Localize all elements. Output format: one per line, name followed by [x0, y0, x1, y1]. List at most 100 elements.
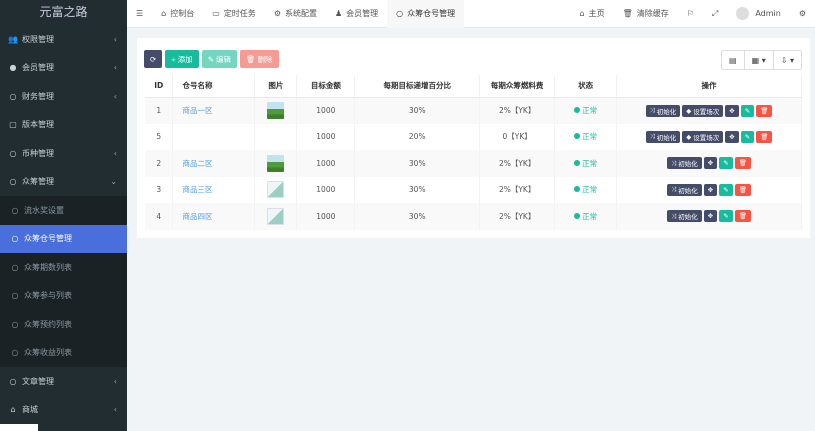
edit-row-button[interactable]: ✎ — [740, 130, 755, 143]
submenu-item[interactable]: ○ 众筹收益列表 — [0, 339, 127, 368]
delete-row-button[interactable]: 🗑 — [756, 130, 773, 143]
column-header[interactable]: 状态 — [554, 75, 618, 98]
move-icon: ✥ — [707, 212, 714, 221]
nav-tab[interactable]: ⚙ 系统配置 — [265, 0, 326, 28]
delete-row-button[interactable]: 🗑 — [734, 210, 751, 223]
column-header[interactable]: 每期目标递增百分比 — [354, 75, 481, 98]
home-icon: ⌂ — [579, 9, 585, 18]
pencil-icon: ✎ — [207, 54, 214, 64]
drag-button[interactable]: ✥ — [703, 183, 718, 196]
submenu-item[interactable]: ○ 众筹参与列表 — [0, 282, 127, 311]
status-badge: 正常 — [554, 150, 618, 177]
sidebar-item[interactable]: ▢ 版本管理 — [0, 111, 127, 140]
submenu-item[interactable]: ○ 众筹预约列表 — [0, 310, 127, 339]
warehouse-name-link[interactable]: 商品一区 — [172, 97, 256, 124]
sidebar-item[interactable]: ○ 财务管理 ‹ — [0, 82, 127, 111]
shuffle-icon: ⤨ — [649, 132, 655, 141]
warehouse-name-link[interactable]: 商品三区 — [172, 176, 256, 203]
status-dot-icon — [574, 107, 581, 113]
refresh-icon: ⟳ — [150, 54, 157, 64]
clear-cache-button[interactable]: 🗑 清除缓存 — [614, 0, 678, 28]
refresh-button[interactable]: ⟳ — [144, 50, 163, 68]
move-icon: ✥ — [707, 159, 714, 168]
drag-button[interactable]: ✥ — [703, 157, 718, 170]
columns-dropdown[interactable]: ▦ ▾ — [743, 51, 773, 69]
circle-icon: ○ — [9, 376, 17, 386]
drag-button[interactable]: ✥ — [703, 210, 718, 223]
edit-row-button[interactable]: ✎ — [740, 104, 755, 117]
nav-tab[interactable]: ⌂ 控制台 — [152, 0, 203, 28]
column-header[interactable]: 目标金额 — [296, 75, 356, 98]
delete-row-button[interactable]: 🗑 — [734, 157, 751, 170]
chevron-icon: ‹ — [113, 34, 117, 44]
init-button[interactable]: ⤨ 初始化 — [645, 130, 681, 143]
sidebar-item[interactable]: 👥 权限管理 ‹ — [0, 25, 127, 54]
status-badge: 正常 — [554, 176, 618, 203]
drag-button[interactable]: ✥ — [725, 104, 739, 117]
language-button[interactable]: ⚐ — [678, 0, 703, 28]
toggle-view-button[interactable]: ▤ — [722, 51, 744, 69]
circle-icon: ○ — [11, 234, 19, 244]
nav-tab[interactable]: ▭ 定时任务 — [203, 0, 265, 28]
thumbnail-image[interactable] — [267, 181, 285, 199]
warehouse-name-link[interactable]: 商品四区 — [172, 203, 256, 230]
thumbnail-image[interactable] — [267, 207, 285, 225]
plus-icon: + — [171, 54, 176, 64]
thumbnail-image[interactable] — [267, 154, 285, 172]
column-header[interactable]: 仓号名称 — [172, 75, 256, 98]
edit-row-button[interactable]: ✎ — [719, 183, 733, 196]
thumbnail-image[interactable] — [267, 102, 285, 119]
init-button[interactable]: ⤨ 初始化 — [667, 183, 702, 196]
export-dropdown[interactable]: ⇩ ▾ — [772, 51, 801, 69]
pencil-icon: ✎ — [744, 132, 751, 141]
column-header[interactable]: 图片 — [254, 75, 298, 98]
export-icon: ⇩ ▾ — [780, 55, 794, 65]
nav-tab[interactable]: ○ 众筹仓号管理 — [387, 0, 465, 28]
column-header[interactable]: ID — [145, 75, 174, 98]
sidebar-toggle-button[interactable]: ☰ — [127, 0, 152, 28]
settings-button[interactable]: ⚙ — [790, 0, 815, 28]
warehouse-name-link[interactable] — [172, 123, 256, 150]
submenu-item[interactable]: ○ 流水奖设置 — [0, 196, 127, 225]
set-session-button[interactable]: ◆ 设置场次 — [682, 104, 724, 117]
app-logo: 元富之路 — [39, 5, 88, 19]
group-icon: 👥 — [8, 34, 18, 44]
top-navbar: ☰ ⌂ 控制台 ▭ 定时任务 ⚙ 系统配置 ♟ 会员管理 ○ 众筹仓号管理 ⌂ 主页 🗑 清除缓存 ⚐… — [127, 0, 815, 28]
delete-row-button[interactable]: 🗑 — [734, 183, 751, 196]
edit-row-button[interactable]: ✎ — [719, 157, 733, 170]
column-header[interactable]: 操作 — [616, 75, 802, 98]
user-menu[interactable]: Admin — [727, 0, 790, 28]
circle-icon: ○ — [11, 319, 19, 329]
tab-icon: ○ — [396, 9, 404, 18]
trash-icon: 🗑 — [738, 212, 747, 221]
pencil-icon: ✎ — [723, 159, 729, 168]
delete-button[interactable]: 🗑 删除 — [239, 50, 279, 68]
sidebar-item[interactable]: ⌂ 商城 ‹ — [0, 396, 127, 425]
trash-icon: 🗑 — [760, 106, 769, 115]
add-button[interactable]: + 添加 — [165, 50, 199, 68]
init-button[interactable]: ⤨ 初始化 — [667, 210, 702, 223]
column-header[interactable]: 每期众筹燃料费 — [479, 75, 556, 98]
init-button[interactable]: ⤨ 初始化 — [667, 157, 702, 170]
sidebar-item[interactable]: ○ 币种管理 ‹ — [0, 139, 127, 168]
status-dot-icon — [574, 186, 581, 193]
set-session-button[interactable]: ◆ 设置场次 — [682, 130, 724, 143]
warehouse-name-link[interactable]: 商品二区 — [172, 150, 256, 177]
move-icon: ✥ — [729, 106, 735, 115]
move-icon: ✥ — [729, 132, 735, 141]
trash-icon: 🗑 — [622, 9, 633, 18]
sidebar-item[interactable]: ○ 众筹管理 ⌄ — [0, 168, 127, 197]
delete-row-button[interactable]: 🗑 — [756, 104, 773, 117]
submenu-item[interactable]: ○ 众筹仓号管理 — [0, 224, 127, 253]
fullscreen-button[interactable]: ⤢ — [703, 0, 727, 28]
edit-button[interactable]: ✎ 编辑 — [201, 50, 237, 68]
submenu-item[interactable]: ○ 众筹期数列表 — [0, 253, 127, 282]
init-button[interactable]: ⤨ 初始化 — [645, 104, 681, 117]
sidebar-item[interactable]: ● 会员管理 ‹ — [0, 54, 127, 83]
sidebar-item[interactable]: ○ 文章管理 ‹ — [0, 367, 127, 396]
drag-button[interactable]: ✥ — [725, 130, 739, 143]
shuffle-icon: ⤨ — [649, 106, 655, 114]
nav-tab[interactable]: ♟ 会员管理 — [326, 0, 387, 28]
edit-row-button[interactable]: ✎ — [719, 210, 733, 223]
home-link[interactable]: ⌂ 主页 — [571, 0, 614, 28]
